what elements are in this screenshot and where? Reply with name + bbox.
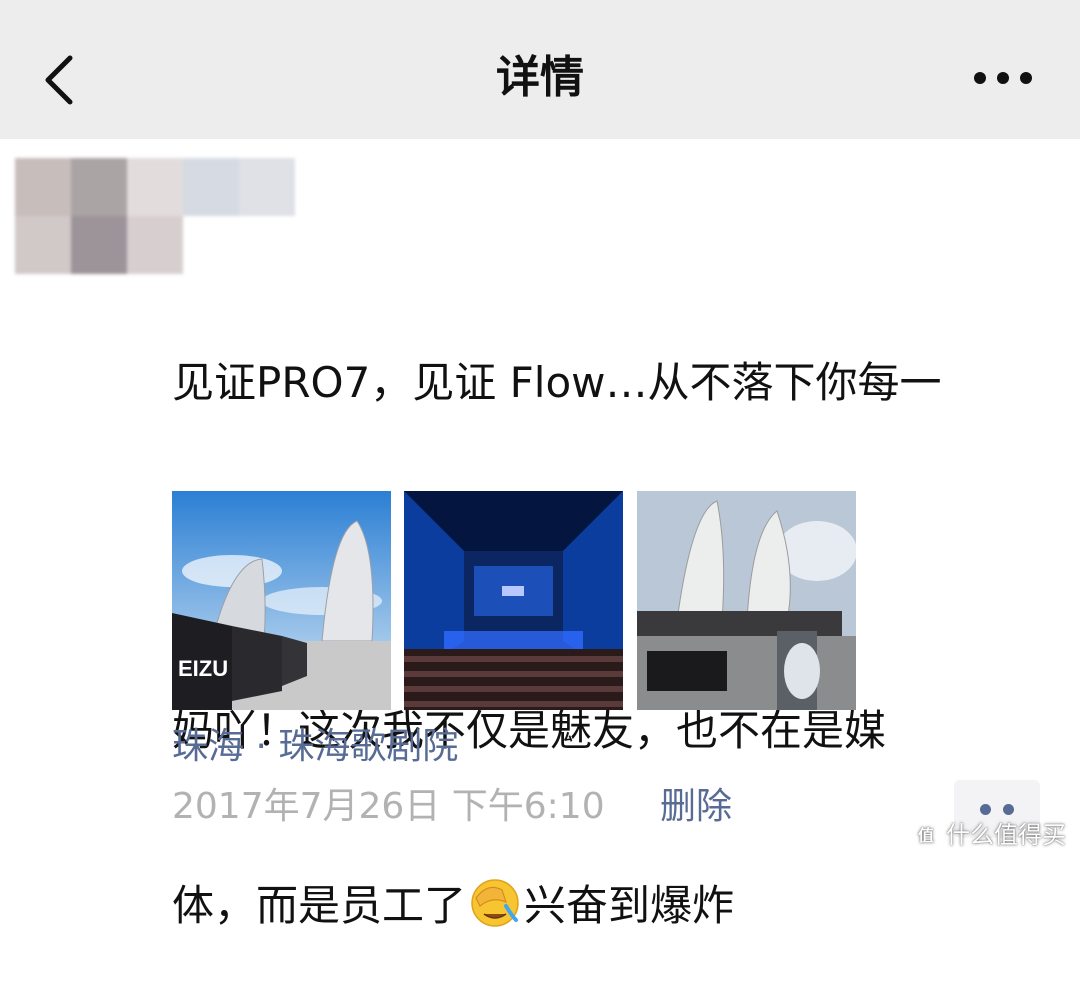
post-text-segment: 兴奋到爆炸: [524, 881, 735, 930]
post-text-line: 见证PRO7，见证 Flow…从不落下你每一: [172, 358, 942, 407]
post-photo-3[interactable]: [637, 491, 856, 710]
svg-text:EIZU: EIZU: [178, 656, 228, 681]
post-photo-2[interactable]: [404, 491, 623, 710]
dot-icon: [1003, 804, 1014, 815]
watermark: 值 什么值得买: [912, 818, 1066, 852]
timestamp: 2017年7月26日 下午6:10: [172, 786, 605, 827]
delete-button[interactable]: 删除: [660, 782, 732, 832]
more-dots-icon: [974, 72, 1032, 84]
post-photo-1[interactable]: EIZU: [172, 491, 391, 710]
watermark-text: 什么值得买: [946, 821, 1066, 849]
opera-house-exterior-image: EIZU: [172, 491, 391, 710]
theater-stage-image: [404, 491, 623, 710]
svg-text:值: 值: [918, 826, 934, 845]
more-options-button[interactable]: [968, 60, 1038, 100]
post-text-segment: 体，而是员工了: [172, 881, 467, 930]
opera-house-front-image: [637, 491, 856, 710]
top-navbar: 详情: [0, 0, 1080, 139]
post-text-line-with-emoji: 体，而是员工了 兴奋到爆炸: [172, 876, 1032, 935]
zhi-logo-icon: 值: [912, 821, 940, 849]
dot-icon: [980, 804, 991, 815]
page-title: 详情: [496, 52, 584, 103]
facepalm-crying-emoji-icon: [471, 879, 519, 927]
location-link[interactable]: 珠海 · 珠海歌剧院: [172, 722, 458, 772]
